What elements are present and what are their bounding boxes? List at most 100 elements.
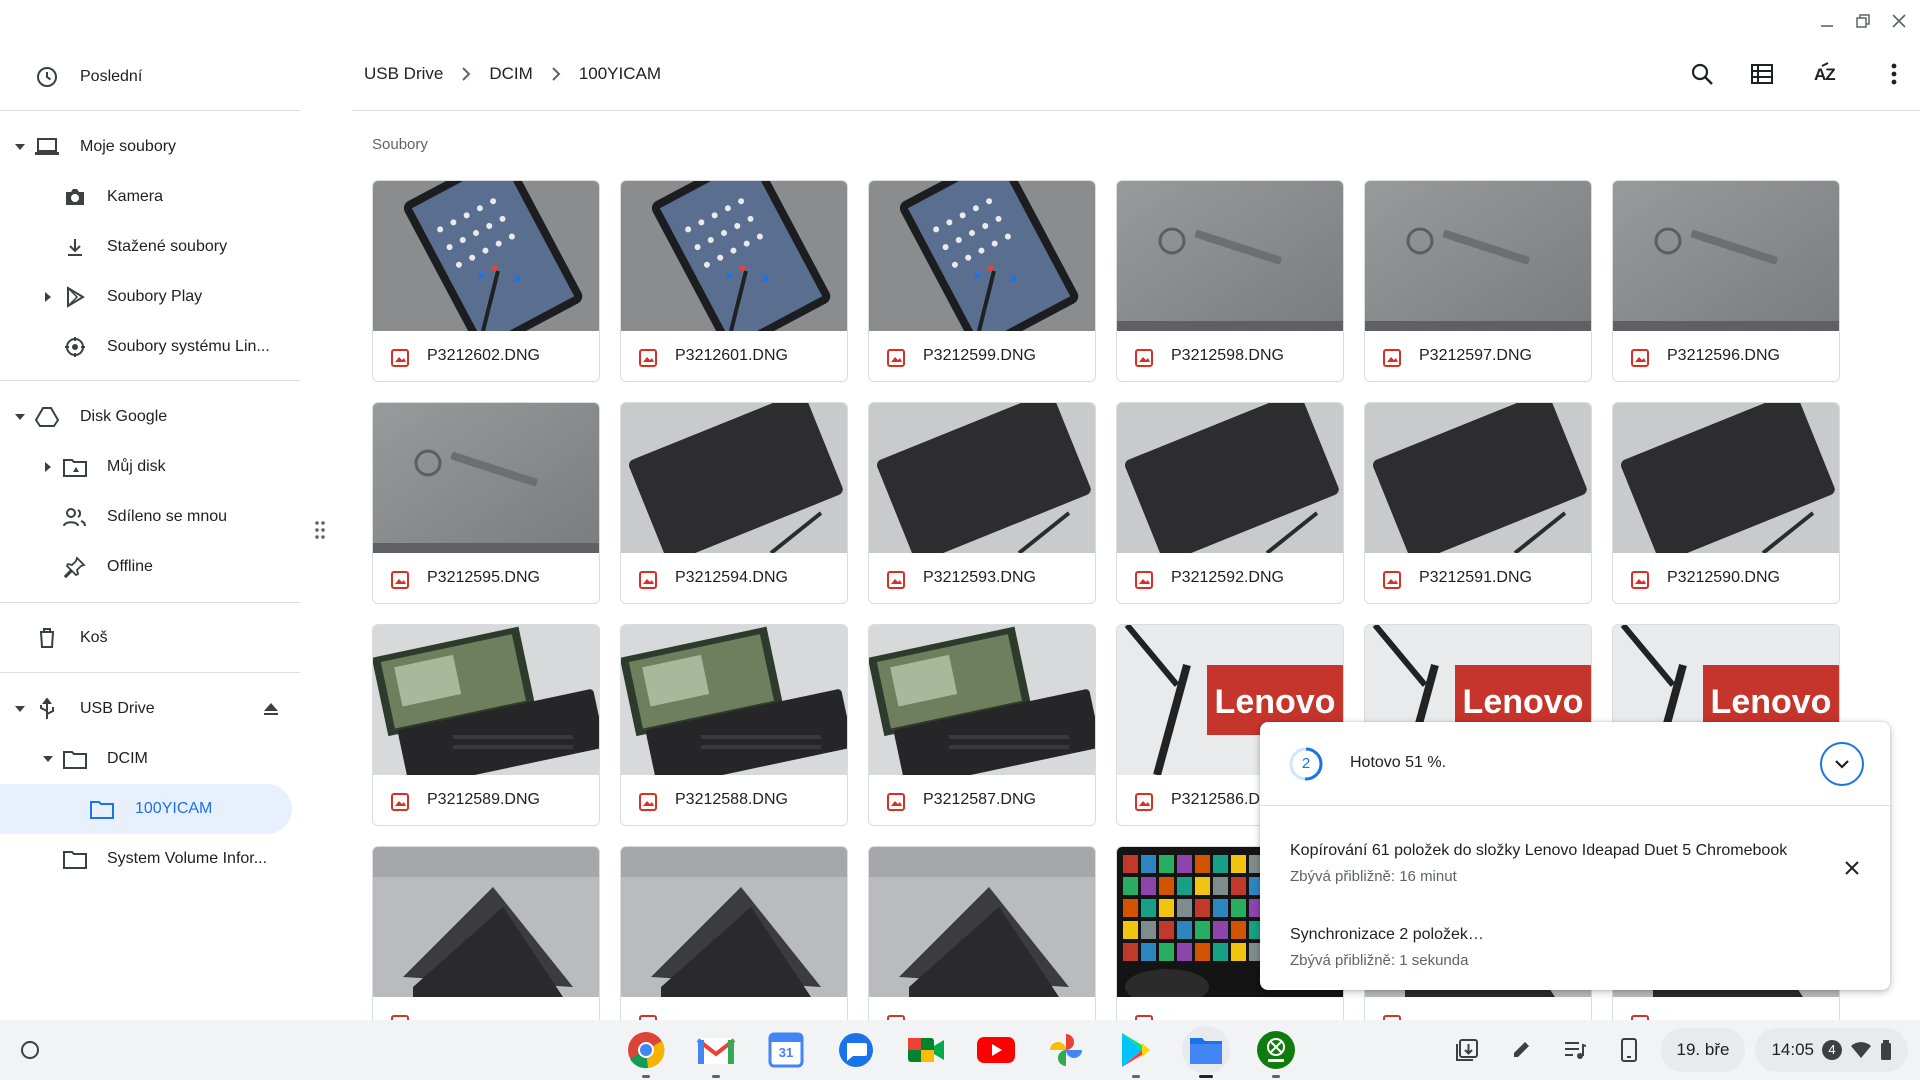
gmail-icon[interactable] (692, 1026, 740, 1078)
file-thumbnail (869, 403, 1095, 553)
cancel-operation-button[interactable] (1838, 854, 1866, 882)
notification-count: 4 (1828, 1042, 1836, 1057)
sidebar-item-dcim[interactable]: DCIM (0, 734, 300, 784)
minimize-icon[interactable] (1814, 8, 1840, 34)
time-text: 14:05 (1771, 1040, 1814, 1059)
file-tile[interactable]: P3212595.DNG (372, 402, 600, 604)
operation-remaining: Zbývá přibližně: 1 sekunda (1290, 952, 1469, 969)
expand-arrow-icon[interactable] (14, 411, 26, 423)
breadcrumb-current[interactable]: 100YICAM (579, 64, 661, 84)
calendar-icon[interactable]: 31 (762, 1026, 810, 1074)
file-tile[interactable] (372, 846, 600, 1020)
play-icon (62, 284, 88, 310)
expand-arrow-icon[interactable] (42, 461, 54, 473)
file-tile[interactable]: P3212597.DNG (1364, 180, 1592, 382)
camera-icon (62, 184, 88, 210)
expand-arrow-icon[interactable] (42, 291, 54, 303)
file-tile[interactable]: P3212602.DNG (372, 180, 600, 382)
sidebar-item-google-drive[interactable]: Disk Google (0, 392, 300, 442)
sidebar-item-usb-drive[interactable]: USB Drive (0, 684, 300, 734)
people-icon (62, 504, 88, 530)
sidebar-item-my-files[interactable]: Moje soubory (0, 122, 300, 172)
system-status-area[interactable]: 14:05 4 (1755, 1028, 1908, 1072)
file-tile[interactable]: P3212593.DNG (868, 402, 1096, 604)
file-thumbnail (373, 403, 599, 553)
file-tile[interactable]: P3212598.DNG (1116, 180, 1344, 382)
file-tile[interactable]: P3212599.DNG (868, 180, 1096, 382)
stylus-icon[interactable] (1499, 1028, 1543, 1072)
folder-icon (62, 846, 88, 872)
files-icon[interactable] (1182, 1026, 1230, 1078)
sidebar-item-recent[interactable]: Poslední (0, 52, 300, 102)
expand-arrow-icon[interactable] (14, 703, 26, 715)
image-file-icon (1135, 571, 1153, 589)
file-tile[interactable]: P3212601.DNG (620, 180, 848, 382)
search-icon[interactable] (1688, 60, 1716, 88)
sidebar-item-downloads[interactable]: Stažené soubory (0, 222, 300, 272)
media-controls-icon[interactable] (1553, 1028, 1597, 1072)
image-file-icon (639, 793, 657, 811)
messages-icon[interactable] (832, 1026, 880, 1074)
file-thumbnail (373, 847, 599, 997)
sidebar-item-shared[interactable]: Sdíleno se mnou (0, 492, 300, 542)
running-indicator (1199, 1075, 1213, 1078)
file-tile[interactable] (868, 846, 1096, 1020)
eject-icon[interactable] (258, 696, 284, 722)
operation-title: Synchronizace 2 položek… (1290, 926, 1484, 943)
expand-arrow-icon[interactable] (14, 141, 26, 153)
close-icon (1844, 860, 1860, 876)
restore-icon[interactable] (1850, 8, 1876, 34)
more-menu-icon[interactable] (1880, 60, 1908, 88)
sidebar-item-100yicam[interactable]: 100YICAM (0, 784, 292, 834)
sort-button[interactable]: AZ (1808, 60, 1848, 88)
file-name: P3212590.DNG (1667, 569, 1780, 586)
youtube-icon[interactable] (972, 1026, 1020, 1074)
close-window-icon[interactable] (1886, 8, 1912, 34)
breadcrumb-item[interactable]: DCIM (489, 64, 532, 84)
file-tile[interactable]: P3212592.DNG (1116, 402, 1344, 604)
running-indicator (712, 1075, 720, 1078)
file-tile[interactable]: P3212588.DNG (620, 624, 848, 826)
chrome-icon[interactable] (622, 1026, 670, 1078)
image-file-icon (391, 571, 409, 589)
meet-icon[interactable] (902, 1026, 950, 1074)
file-tile[interactable]: P3212591.DNG (1364, 402, 1592, 604)
file-tile[interactable]: P3212590.DNG (1612, 402, 1840, 604)
sidebar-item-camera[interactable]: Kamera (0, 172, 300, 222)
sidebar-item-trash[interactable]: Koš (0, 613, 300, 663)
image-file-icon (1135, 349, 1153, 367)
trash-icon (34, 625, 60, 651)
folder-icon (62, 746, 88, 772)
file-name: P3212594.DNG (675, 569, 788, 586)
sidebar-item-system-volume[interactable]: System Volume Infor... (0, 834, 300, 884)
holding-space-icon[interactable] (1445, 1028, 1489, 1072)
expand-arrow-icon[interactable] (42, 753, 54, 765)
file-tile[interactable]: P3212594.DNG (620, 402, 848, 604)
date-display[interactable]: 19. bře (1660, 1028, 1746, 1072)
photos-icon[interactable] (1042, 1026, 1090, 1074)
breadcrumb-item[interactable]: USB Drive (364, 64, 443, 84)
chevron-down-icon (1834, 759, 1850, 769)
file-tile[interactable]: P3212589.DNG (372, 624, 600, 826)
resize-handle[interactable] (314, 520, 326, 540)
file-tile[interactable] (620, 846, 848, 1020)
file-tile[interactable]: P3212587.DNG (868, 624, 1096, 826)
file-name: P3212599.DNG (923, 347, 1036, 364)
sidebar-item-linux-files[interactable]: Soubory systému Lin... (0, 322, 300, 372)
file-name: P3212593.DNG (923, 569, 1036, 586)
shelf: 31 19. bře 14:05 4 (0, 1020, 1920, 1080)
file-name: P3212588.DNG (675, 791, 788, 808)
running-indicator (1272, 1075, 1280, 1078)
phone-hub-icon[interactable] (1607, 1028, 1651, 1072)
launcher-button[interactable] (14, 1034, 46, 1066)
operation-remaining: Zbývá přibližně: 16 minut (1290, 868, 1457, 885)
sidebar-item-play-files[interactable]: Soubory Play (0, 272, 300, 322)
sidebar-item-offline[interactable]: Offline (0, 542, 300, 592)
play-store-icon[interactable] (1112, 1026, 1160, 1078)
collapse-button[interactable] (1820, 742, 1864, 786)
game-pass-icon[interactable] (1252, 1026, 1300, 1078)
sidebar-item-my-drive[interactable]: Můj disk (0, 442, 300, 492)
file-name: P3212602.DNG (427, 347, 540, 364)
file-tile[interactable]: P3212596.DNG (1612, 180, 1840, 382)
list-view-icon[interactable] (1748, 60, 1776, 88)
